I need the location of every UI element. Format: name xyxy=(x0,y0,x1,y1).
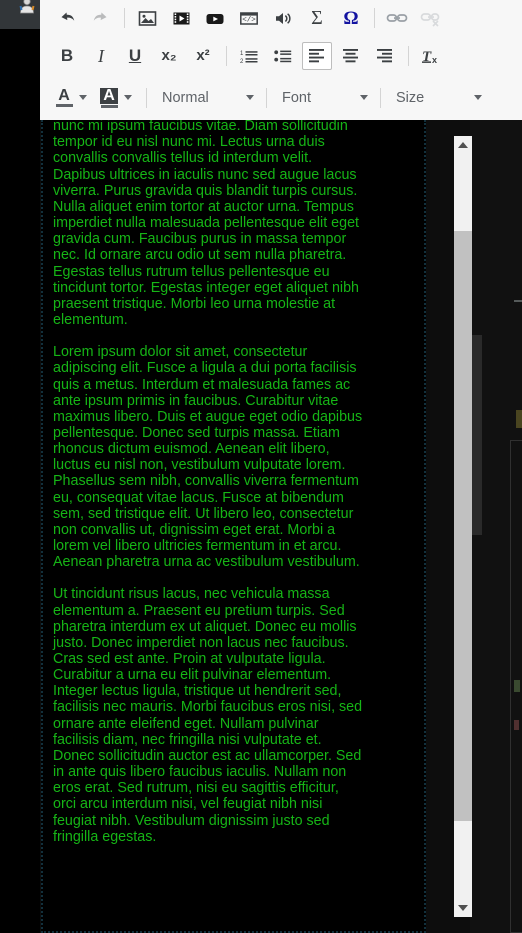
italic-button[interactable]: I xyxy=(86,42,116,70)
chevron-down-icon xyxy=(474,95,482,100)
user-avatar-icon[interactable] xyxy=(18,0,36,14)
toolbar-divider xyxy=(124,8,125,28)
align-center-button[interactable] xyxy=(336,42,366,70)
paragraph: Ut tincidunt risus lacus, nec vehicula m… xyxy=(53,586,363,845)
chevron-down-icon xyxy=(124,95,132,100)
bulleted-list-button[interactable] xyxy=(268,42,298,70)
bold-button[interactable]: B xyxy=(52,42,82,70)
paragraph: Lorem ipsum dolor sit amet, consectetur … xyxy=(53,344,363,571)
browser-chrome-strip xyxy=(0,0,40,29)
background-color-bar xyxy=(100,104,118,108)
scroll-down-button[interactable] xyxy=(454,899,472,917)
toolbar-divider xyxy=(226,45,227,66)
subscript-glyph: x₂ xyxy=(161,47,177,64)
insert-link-button[interactable] xyxy=(382,4,412,32)
redo-button[interactable] xyxy=(86,4,116,32)
insert-math-button[interactable]: Σ xyxy=(302,4,332,32)
insert-audio-button[interactable] xyxy=(268,4,298,32)
background-accent xyxy=(514,720,519,730)
paragraph-style-dropdown[interactable]: Normal xyxy=(154,83,262,113)
remove-link-button[interactable] xyxy=(416,4,446,32)
toolbar-divider xyxy=(374,8,375,28)
align-right-button[interactable] xyxy=(370,42,400,70)
numbered-list-button[interactable]: 1 2 xyxy=(234,42,264,70)
insert-special-char-button[interactable]: Ω xyxy=(336,4,366,32)
toolbar-row-insert: </> Σ Ω xyxy=(40,0,522,36)
font-family-dropdown[interactable]: Font xyxy=(274,83,376,113)
insert-video-button[interactable] xyxy=(166,4,196,32)
toolbar-divider xyxy=(146,87,147,108)
background-accent xyxy=(514,300,522,302)
document-body[interactable]: dictum non consectetur a erat. Tempor id… xyxy=(53,120,363,861)
font-size-dropdown[interactable]: Size xyxy=(388,83,490,113)
text-color-letter: A xyxy=(58,87,70,104)
chevron-down-icon xyxy=(246,95,254,100)
toolbar-row-formatting: B I U x₂ x² 1 2 T x xyxy=(40,36,522,75)
background-color-icon: A xyxy=(97,87,121,108)
superscript-glyph: x² xyxy=(196,47,210,64)
insert-youtube-button[interactable] xyxy=(200,4,230,32)
font-family-value: Font xyxy=(282,89,312,106)
svg-text:</>: </> xyxy=(242,16,256,24)
undo-button[interactable] xyxy=(52,4,82,32)
paragraph-style-value: Normal xyxy=(162,89,209,106)
text-color-icon: A xyxy=(52,88,76,107)
background-accent xyxy=(514,680,520,692)
background-accent xyxy=(516,410,522,428)
subscript-button[interactable]: x₂ xyxy=(154,42,184,70)
align-left-button[interactable] xyxy=(302,41,332,70)
chevron-down-icon xyxy=(360,95,368,100)
editor-toolbar: </> Σ Ω B I U x₂ x² 1 2 T x A A Normal F… xyxy=(40,0,522,120)
triangle-down-icon xyxy=(458,905,468,911)
svg-text:2: 2 xyxy=(240,59,244,64)
paragraph: dictum non consectetur a erat. Tempor id… xyxy=(53,120,359,329)
background-color-button[interactable]: A xyxy=(97,87,140,108)
toolbar-divider xyxy=(266,87,267,108)
editor-content-area: dictum non consectetur a erat. Tempor id… xyxy=(40,120,522,933)
svg-text:x: x xyxy=(432,55,437,65)
rich-text-editable-region[interactable]: dictum non consectetur a erat. Tempor id… xyxy=(41,120,426,933)
insert-image-button[interactable] xyxy=(132,4,162,32)
underline-glyph: U xyxy=(128,46,142,65)
toolbar-divider xyxy=(380,87,381,108)
text-color-button[interactable]: A xyxy=(52,88,95,107)
toolbar-row-styles: A A Normal Font Size xyxy=(40,75,522,120)
insert-code-button[interactable]: </> xyxy=(234,4,264,32)
clear-formatting-button[interactable]: T x xyxy=(416,42,446,70)
scrollbar-thumb[interactable] xyxy=(454,231,472,821)
vertical-scrollbar[interactable] xyxy=(454,136,472,917)
scroll-up-button[interactable] xyxy=(454,136,472,154)
toolbar-divider xyxy=(408,45,409,66)
background-color-letter: A xyxy=(100,87,118,104)
underline-button[interactable]: U xyxy=(120,42,150,70)
text-color-bar xyxy=(55,104,73,107)
superscript-button[interactable]: x² xyxy=(188,42,218,70)
triangle-up-icon xyxy=(458,142,468,148)
svg-text:1: 1 xyxy=(240,51,244,57)
font-size-value: Size xyxy=(396,89,425,106)
bold-glyph: B xyxy=(60,46,74,65)
italic-glyph: I xyxy=(98,45,104,66)
chevron-down-icon xyxy=(79,95,87,100)
